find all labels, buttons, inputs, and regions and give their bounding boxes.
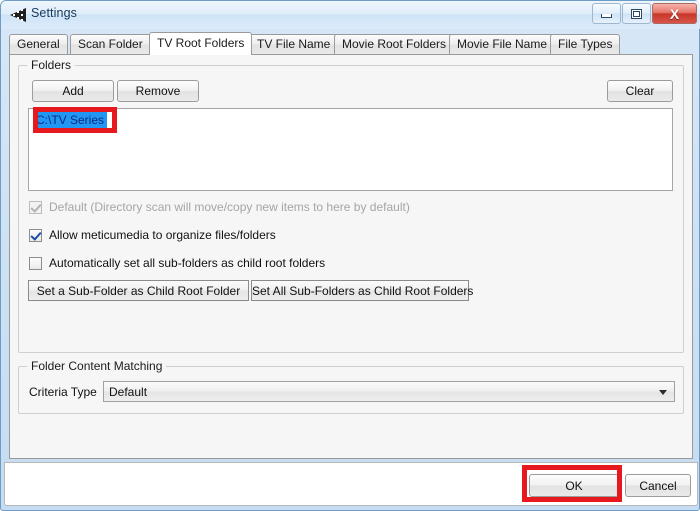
add-button[interactable]: Add <box>32 80 114 102</box>
set-sub-folder-as-child-root-button[interactable]: Set a Sub-Folder as Child Root Folder <box>28 280 249 301</box>
tab-tv-file-name[interactable]: TV File Name <box>249 34 339 54</box>
tab-movie-root-folders[interactable]: Movie Root Folders <box>334 34 455 54</box>
window-controls: X <box>592 3 697 24</box>
criteria-type-value: Default <box>109 384 148 399</box>
remove-button[interactable]: Remove <box>117 80 199 102</box>
minimize-icon <box>601 14 612 18</box>
title-bar: Settings X <box>1 1 700 29</box>
chevron-down-icon <box>659 389 667 395</box>
maximize-button[interactable] <box>622 3 651 24</box>
tab-page-tv-root-folders: Folders Add Remove Clear C:\TV Series De… <box>9 54 693 459</box>
folder-list[interactable]: C:\TV Series <box>28 108 673 191</box>
clear-button[interactable]: Clear <box>607 80 673 102</box>
criteria-type-dropdown[interactable]: Default <box>103 381 675 402</box>
dialog-footer: OK Cancel <box>4 462 698 506</box>
tab-strip: General Scan Folder TV Root Folders TV F… <box>9 32 693 55</box>
tab-tv-root-folders[interactable]: TV Root Folders <box>149 32 253 55</box>
default-directory-label: Default (Directory scan will move/copy n… <box>49 200 410 214</box>
tab-general[interactable]: General <box>9 34 68 54</box>
folder-content-matching-group: Folder Content Matching Criteria Type De… <box>18 359 684 414</box>
settings-window: Settings X General Scan Folder TV Root F… <box>0 0 700 511</box>
criteria-type-label: Criteria Type <box>29 385 97 399</box>
ok-button[interactable]: OK <box>529 474 619 497</box>
minimize-button[interactable] <box>592 3 621 24</box>
matching-group-legend: Folder Content Matching <box>27 359 167 373</box>
media-triangle-icon <box>10 8 26 22</box>
allow-organize-label: Allow meticumedia to organize files/fold… <box>49 228 276 242</box>
tab-movie-file-name[interactable]: Movie File Name <box>449 34 556 54</box>
cancel-button[interactable]: Cancel <box>625 474 691 497</box>
folder-list-item[interactable]: C:\TV Series <box>33 112 108 129</box>
auto-subfolders-option[interactable]: Automatically set all sub-folders as chi… <box>29 256 325 270</box>
close-icon: X <box>669 5 680 22</box>
tab-file-types[interactable]: File Types <box>550 34 621 54</box>
window-title: Settings <box>31 6 77 20</box>
auto-subfolders-label: Automatically set all sub-folders as chi… <box>49 256 326 270</box>
folders-group: Folders Add Remove Clear C:\TV Series De… <box>18 58 684 353</box>
checkbox-default[interactable] <box>29 200 42 214</box>
folders-group-legend: Folders <box>27 58 76 72</box>
tab-scan-folder[interactable]: Scan Folder <box>70 34 151 54</box>
default-directory-option[interactable]: Default (Directory scan will move/copy n… <box>29 200 410 214</box>
set-all-sub-folders-as-child-roots-button[interactable]: Set All Sub-Folders as Child Root Folder… <box>251 280 473 301</box>
close-button[interactable]: X <box>652 3 697 24</box>
checkbox-allow-organize[interactable] <box>29 228 42 242</box>
checkbox-auto-subfolders[interactable] <box>29 256 42 270</box>
maximize-icon <box>631 8 642 19</box>
allow-organize-option[interactable]: Allow meticumedia to organize files/fold… <box>29 228 276 242</box>
